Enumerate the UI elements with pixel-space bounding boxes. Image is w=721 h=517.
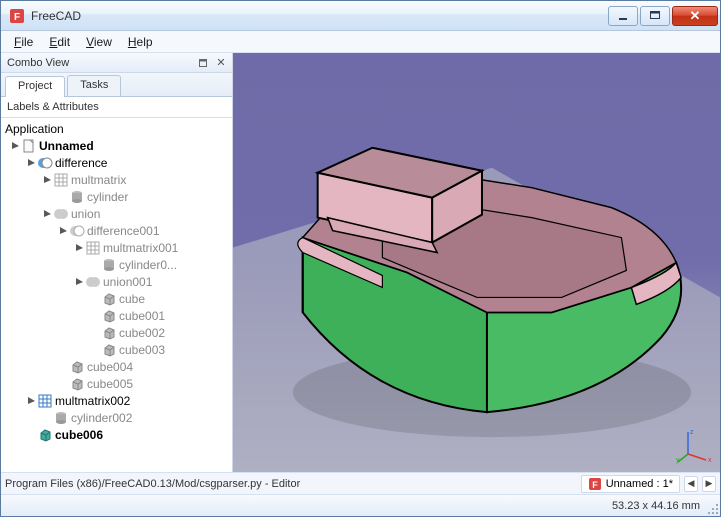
tree-node-unnamed[interactable]: Unnamed [1, 137, 232, 154]
matrix-icon [53, 172, 69, 188]
next-doc-button[interactable]: ▶ [702, 476, 716, 492]
prev-doc-button[interactable]: ◀ [684, 476, 698, 492]
expander-open-icon[interactable] [9, 140, 21, 152]
tree-node-union001[interactable]: union001 [1, 273, 232, 290]
expander-open-icon[interactable] [73, 242, 85, 254]
tree-node-multmatrix[interactable]: multmatrix [1, 171, 232, 188]
expander-open-icon[interactable] [57, 225, 69, 237]
footer-bar: Program Files (x86)/FreeCAD0.13/Mod/csgp… [1, 472, 720, 494]
panel-close-button[interactable]: ✕ [214, 56, 228, 70]
svg-text:F: F [14, 12, 20, 23]
panel-header[interactable]: Combo View ✕ [1, 53, 232, 73]
maximize-button[interactable] [640, 6, 670, 26]
minimize-button[interactable] [608, 6, 638, 26]
tree-node-cylinder0[interactable]: cylinder0... [1, 256, 232, 273]
resize-grip[interactable] [706, 502, 718, 514]
tab-project[interactable]: Project [5, 76, 65, 97]
boolean-difference-icon [69, 223, 85, 239]
boolean-difference-icon [37, 155, 53, 171]
tree-node-cube002[interactable]: cube002 [1, 324, 232, 341]
tree-node-difference[interactable]: difference [1, 154, 232, 171]
panel-tabs: Project Tasks [1, 73, 232, 97]
window-frame: F FreeCAD ✕ File Edit View Help Combo Vi… [0, 0, 721, 517]
axis-indicator: x y z [676, 428, 712, 464]
document-tab-label: Unnamed : 1* [606, 478, 673, 490]
cube-icon [69, 376, 85, 392]
panel-title: Combo View [7, 57, 69, 69]
boolean-union-icon [85, 274, 101, 290]
tree-node-cube006[interactable]: cube006 [1, 426, 232, 443]
tree-node-multmatrix001[interactable]: multmatrix001 [1, 239, 232, 256]
cube-icon [101, 308, 117, 324]
tree-node-cube003[interactable]: cube003 [1, 341, 232, 358]
tree-node-cylinder002[interactable]: cylinder002 [1, 409, 232, 426]
boolean-union-icon [53, 206, 69, 222]
viewport-3d[interactable]: x y z [233, 53, 720, 472]
cube-icon [69, 359, 85, 375]
tree-node-multmatrix002[interactable]: multmatrix002 [1, 392, 232, 409]
expander-open-icon[interactable] [25, 395, 37, 407]
tree-node-cube005[interactable]: cube005 [1, 375, 232, 392]
matrix-icon [85, 240, 101, 256]
cube-icon [101, 291, 117, 307]
tree-node-cube001[interactable]: cube001 [1, 307, 232, 324]
tab-tasks[interactable]: Tasks [67, 75, 121, 96]
menu-help[interactable]: Help [121, 33, 160, 51]
expander-open-icon[interactable] [73, 276, 85, 288]
close-button[interactable]: ✕ [672, 6, 718, 26]
svg-text:x: x [708, 457, 712, 464]
svg-text:F: F [592, 480, 598, 490]
svg-text:y: y [676, 457, 680, 464]
expander-open-icon[interactable] [41, 208, 53, 220]
editor-path: Program Files (x86)/FreeCAD0.13/Mod/csgp… [5, 478, 577, 490]
document-icon [21, 138, 37, 154]
expander-open-icon[interactable] [25, 157, 37, 169]
tree-node-difference001[interactable]: difference001 [1, 222, 232, 239]
window-title: FreeCAD [31, 9, 606, 23]
svg-text:z: z [690, 429, 694, 436]
menu-file[interactable]: File [7, 33, 40, 51]
menu-edit[interactable]: Edit [42, 33, 77, 51]
model-render [233, 53, 720, 472]
tree-node-cube004[interactable]: cube004 [1, 358, 232, 375]
cylinder-icon [101, 257, 117, 273]
titlebar[interactable]: F FreeCAD ✕ [1, 1, 720, 31]
cube-icon [37, 427, 53, 443]
app-icon: F [588, 477, 602, 491]
expander-open-icon[interactable] [41, 174, 53, 186]
combo-view-panel: Combo View ✕ Project Tasks Labels & Attr… [1, 53, 233, 472]
labels-attributes-header: Labels & Attributes [1, 97, 232, 118]
app-icon: F [9, 8, 25, 24]
status-dimensions: 53.23 x 44.16 mm [612, 500, 700, 512]
tree-node-application[interactable]: Application [1, 120, 232, 137]
tree-node-cube[interactable]: cube [1, 290, 232, 307]
cube-icon [101, 342, 117, 358]
model-tree[interactable]: Application Unnamed difference multmatri… [1, 118, 232, 472]
cylinder-icon [69, 189, 85, 205]
menubar: File Edit View Help [1, 31, 720, 53]
menu-view[interactable]: View [79, 33, 119, 51]
document-tab[interactable]: F Unnamed : 1* [581, 475, 680, 493]
matrix-icon [37, 393, 53, 409]
tree-node-cylinder[interactable]: cylinder [1, 188, 232, 205]
panel-float-button[interactable] [196, 56, 210, 70]
statusbar: 53.23 x 44.16 mm [1, 494, 720, 516]
cube-icon [101, 325, 117, 341]
tree-node-union[interactable]: union [1, 205, 232, 222]
cylinder-icon [53, 410, 69, 426]
